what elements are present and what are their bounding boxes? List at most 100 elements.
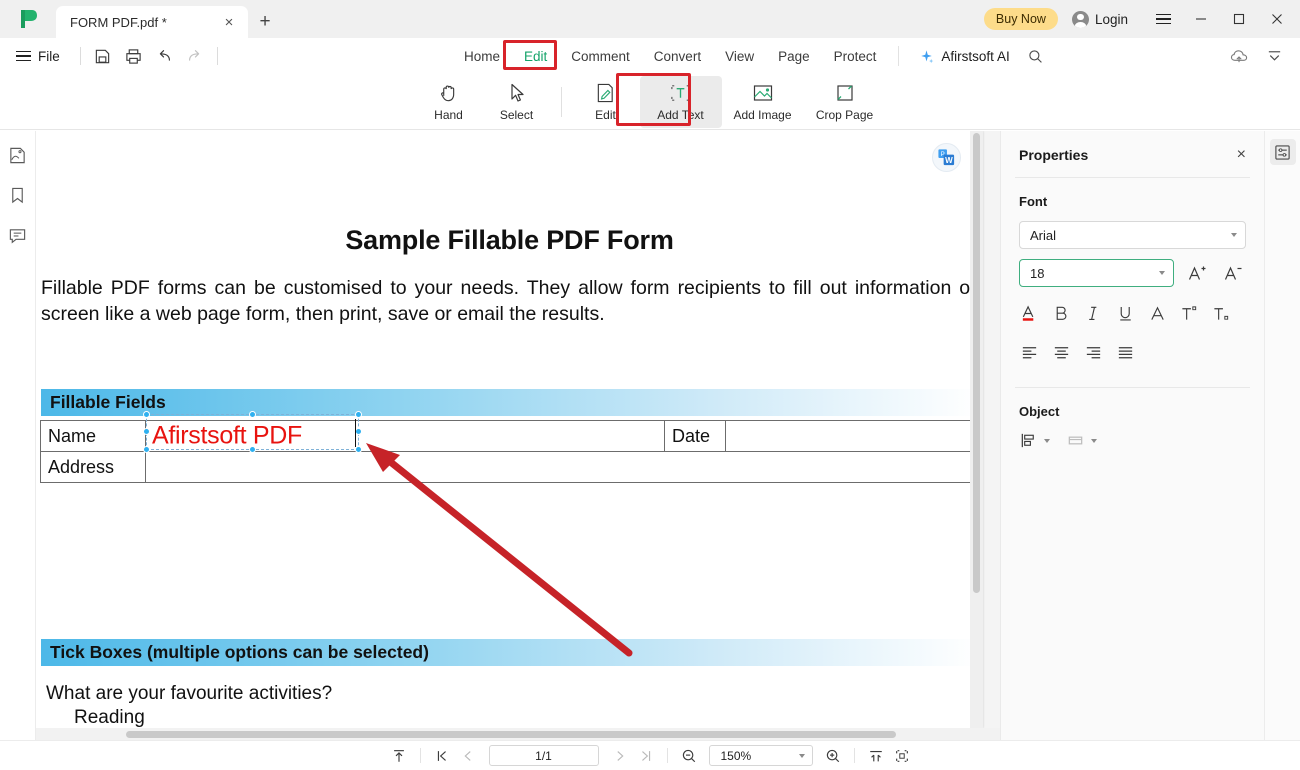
comment-panel-icon[interactable] bbox=[4, 221, 32, 249]
new-tab-button[interactable]: + bbox=[248, 6, 282, 38]
chevron-down-icon bbox=[1044, 438, 1050, 443]
page-number-input[interactable]: 1/1 bbox=[488, 745, 599, 766]
collapse-ribbon-icon[interactable] bbox=[1259, 42, 1290, 70]
arrange-object-icon bbox=[1068, 436, 1083, 445]
document-horizontal-scrollbar-thumb[interactable] bbox=[126, 731, 896, 738]
resize-handle-middle-right[interactable] bbox=[355, 428, 362, 435]
save-icon[interactable] bbox=[87, 42, 118, 70]
tool-add-image-label: Add Image bbox=[733, 108, 792, 122]
document-vertical-scrollbar-thumb[interactable] bbox=[973, 133, 980, 593]
increase-font-size-icon[interactable] bbox=[1184, 260, 1210, 286]
close-window-icon[interactable] bbox=[1258, 0, 1296, 38]
subscript-icon[interactable] bbox=[1209, 301, 1234, 326]
field-input-address[interactable] bbox=[144, 451, 978, 483]
font-size-select[interactable]: 18 bbox=[1019, 259, 1175, 287]
fillable-fields-table: Name Afirstsoft PDF Date Address bbox=[40, 411, 978, 483]
resize-handle-top-left[interactable] bbox=[143, 411, 150, 418]
font-color-icon[interactable] bbox=[1017, 301, 1042, 326]
close-tab-icon[interactable]: × bbox=[220, 13, 238, 31]
zoom-in-icon[interactable] bbox=[820, 745, 846, 767]
maximize-window-icon[interactable] bbox=[1220, 0, 1258, 38]
text-format-buttons bbox=[1001, 287, 1264, 326]
tool-add-image[interactable]: Add Image bbox=[722, 76, 804, 128]
document-title: Sample Fillable PDF Form bbox=[345, 225, 674, 255]
text-selection-box[interactable] bbox=[143, 411, 362, 453]
undo-icon[interactable] bbox=[149, 42, 180, 70]
resize-handle-bottom-center[interactable] bbox=[248, 446, 256, 453]
document-vertical-scrollbar-track[interactable] bbox=[970, 131, 983, 728]
document-horizontal-scrollbar-track[interactable] bbox=[36, 728, 1000, 740]
section-header-tick-boxes: Tick Boxes (multiple options can be sele… bbox=[41, 639, 978, 666]
tool-select-label: Select bbox=[499, 108, 534, 122]
align-justify-icon[interactable] bbox=[1113, 340, 1138, 365]
tool-hand[interactable]: Hand bbox=[415, 76, 483, 128]
pdf-page[interactable]: P W Sample Fillable PDF Form Fillable PD… bbox=[36, 131, 983, 728]
align-object-button[interactable] bbox=[1019, 431, 1050, 450]
sparkle-icon bbox=[921, 49, 934, 63]
field-input-date[interactable] bbox=[725, 420, 977, 452]
fit-page-icon[interactable] bbox=[889, 745, 915, 767]
tool-select[interactable]: Select bbox=[483, 76, 551, 128]
buy-now-button[interactable]: Buy Now bbox=[983, 8, 1058, 30]
fit-top-icon[interactable] bbox=[386, 745, 412, 767]
resize-handle-middle-left[interactable] bbox=[143, 428, 150, 435]
login-button[interactable]: Login bbox=[1071, 10, 1128, 28]
italic-icon[interactable] bbox=[1081, 301, 1106, 326]
toggle-properties-panel-icon[interactable] bbox=[1269, 139, 1296, 165]
tab-convert[interactable]: Convert bbox=[642, 44, 713, 69]
field-input-name[interactable]: Afirstsoft PDF bbox=[143, 411, 665, 453]
print-icon[interactable] bbox=[118, 42, 149, 70]
redo-icon[interactable] bbox=[180, 42, 211, 70]
align-right-icon[interactable] bbox=[1081, 340, 1106, 365]
tab-comment[interactable]: Comment bbox=[559, 44, 642, 69]
file-menu-button[interactable]: File bbox=[0, 49, 74, 64]
tool-crop-page[interactable]: Crop Page bbox=[804, 76, 886, 128]
tab-view[interactable]: View bbox=[713, 44, 766, 69]
document-viewport[interactable]: P W Sample Fillable PDF Form Fillable PD… bbox=[36, 131, 1000, 740]
zoom-level-select[interactable]: 150% bbox=[708, 745, 813, 766]
align-object-icon bbox=[1021, 433, 1034, 448]
thumbnail-panel-icon[interactable] bbox=[4, 141, 32, 169]
divider bbox=[898, 46, 900, 66]
zoom-out-icon[interactable] bbox=[676, 745, 702, 767]
resize-handle-top-right[interactable] bbox=[355, 411, 362, 418]
strikethrough-icon[interactable] bbox=[1145, 301, 1170, 326]
bold-icon[interactable] bbox=[1049, 301, 1074, 326]
decrease-font-size-icon[interactable] bbox=[1220, 260, 1246, 286]
tab-page[interactable]: Page bbox=[766, 44, 822, 69]
last-page-icon[interactable] bbox=[633, 745, 659, 767]
zoom-level-value: 150% bbox=[720, 748, 752, 763]
align-left-icon[interactable] bbox=[1017, 340, 1042, 365]
resize-handle-top-center[interactable] bbox=[248, 411, 256, 418]
bookmark-panel-icon[interactable] bbox=[4, 181, 32, 209]
cloud-upload-icon[interactable] bbox=[1224, 42, 1255, 70]
document-tab[interactable]: FORM PDF.pdf * × bbox=[56, 6, 248, 38]
underline-icon[interactable] bbox=[1113, 301, 1138, 326]
add-image-icon bbox=[752, 81, 774, 105]
field-label-name: Name bbox=[40, 420, 146, 452]
prev-page-icon[interactable] bbox=[455, 745, 481, 767]
first-page-icon[interactable] bbox=[429, 745, 455, 767]
tab-edit[interactable]: Edit bbox=[512, 44, 559, 69]
arrange-object-button[interactable] bbox=[1066, 431, 1097, 450]
afirstsoft-ai-button[interactable]: Afirstsoft AI bbox=[909, 49, 1019, 64]
tab-home[interactable]: Home bbox=[452, 44, 512, 69]
field-label-date: Date bbox=[664, 420, 726, 452]
app-menu-icon[interactable] bbox=[1144, 0, 1182, 38]
align-center-icon[interactable] bbox=[1049, 340, 1074, 365]
tool-edit[interactable]: Edit bbox=[572, 76, 640, 128]
search-icon[interactable] bbox=[1020, 42, 1051, 70]
tab-protect[interactable]: Protect bbox=[822, 44, 889, 69]
edit-page-icon bbox=[595, 81, 616, 105]
font-family-select[interactable]: Arial bbox=[1019, 221, 1246, 249]
fit-width-icon[interactable] bbox=[863, 745, 889, 767]
word-convert-icon[interactable]: P W bbox=[932, 143, 961, 172]
resize-handle-bottom-left[interactable] bbox=[143, 446, 150, 453]
next-page-icon[interactable] bbox=[607, 745, 633, 767]
document-paragraph: Fillable PDF forms can be customised to … bbox=[41, 277, 981, 326]
superscript-icon[interactable] bbox=[1177, 301, 1202, 326]
close-properties-icon[interactable]: × bbox=[1237, 147, 1246, 163]
tool-add-text[interactable]: Add Text bbox=[639, 75, 722, 128]
minimize-window-icon[interactable] bbox=[1182, 0, 1220, 38]
resize-handle-bottom-right[interactable] bbox=[355, 446, 362, 453]
